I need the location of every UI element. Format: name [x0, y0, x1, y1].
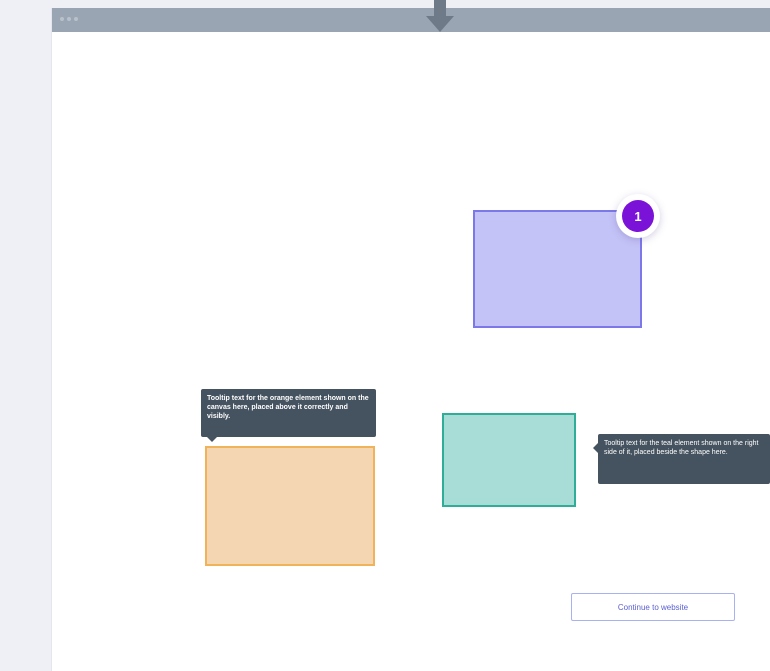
page: 1 Tooltip text for the orange element sh…: [0, 0, 770, 671]
tooltip-right: Tooltip text for the teal element shown …: [593, 434, 770, 484]
step-badge[interactable]: 1: [616, 194, 660, 238]
window-dot-icon: [74, 17, 78, 21]
window-dot-icon: [67, 17, 71, 21]
tooltip-left: Tooltip text for the orange element show…: [201, 389, 376, 442]
title-bar: [52, 8, 770, 32]
teal-rectangle[interactable]: [442, 413, 576, 507]
orange-rectangle[interactable]: [205, 446, 375, 566]
pin-marker-icon[interactable]: [426, 0, 454, 32]
left-gutter: [0, 0, 52, 671]
purple-rectangle[interactable]: [473, 210, 642, 328]
browser-window: 1 Tooltip text for the orange element sh…: [52, 0, 770, 671]
window-controls: [60, 17, 78, 21]
window-dot-icon: [60, 17, 64, 21]
continue-to-website-button[interactable]: Continue to website: [571, 593, 735, 621]
step-number: 1: [622, 200, 654, 232]
canvas: 1 Tooltip text for the orange element sh…: [52, 32, 770, 671]
